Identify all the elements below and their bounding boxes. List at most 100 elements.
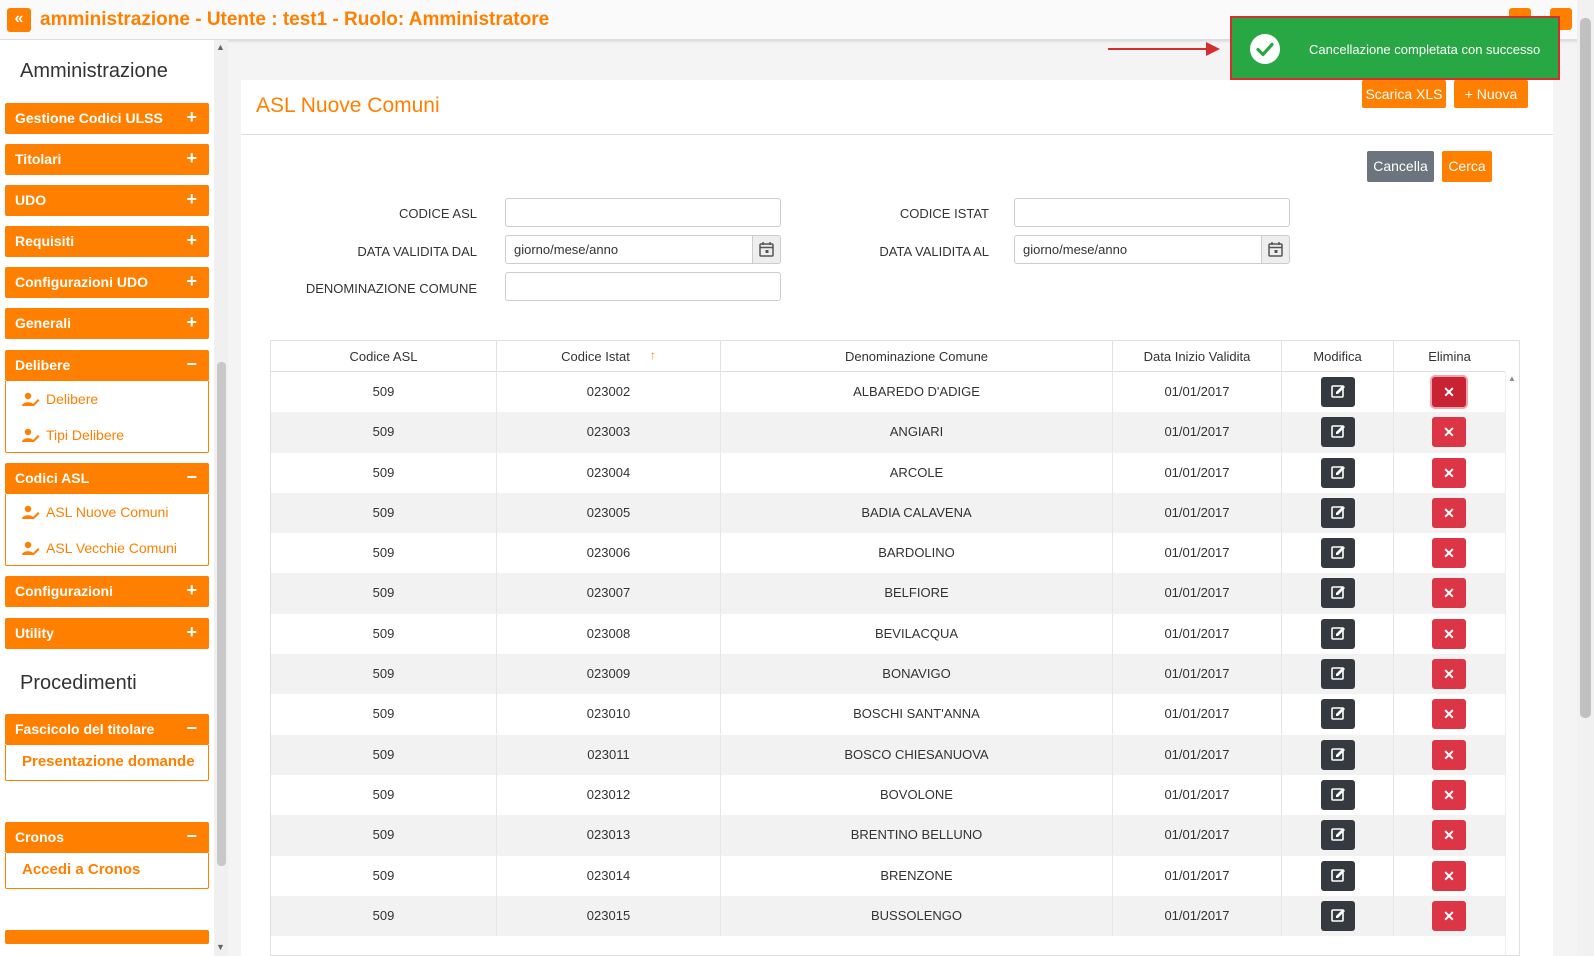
- cell-data-inizio: 01/01/2017: [1113, 372, 1282, 412]
- menu-configurazioni-udo[interactable]: Configurazioni UDO +: [5, 267, 209, 298]
- edit-icon[interactable]: [1321, 618, 1355, 649]
- cell-elimina: ✕: [1394, 493, 1505, 533]
- edit-icon[interactable]: [1321, 699, 1355, 730]
- cell-elimina: ✕: [1394, 775, 1505, 815]
- cancel-button[interactable]: Cancella: [1367, 151, 1434, 182]
- codice-asl-input[interactable]: [505, 198, 781, 227]
- sidebar-scroll-thumb[interactable]: [217, 362, 226, 866]
- menu-label: Requisiti: [15, 233, 75, 249]
- denominazione-comune-input[interactable]: [505, 272, 781, 301]
- menu-generali[interactable]: Generali +: [5, 308, 209, 339]
- delete-icon[interactable]: ✕: [1432, 538, 1466, 569]
- menu-cronos[interactable]: Cronos −: [5, 822, 209, 853]
- sidebar-item-asl-vecchie-comuni[interactable]: ASL Vecchie Comuni: [6, 530, 208, 566]
- menu-utility[interactable]: Utility +: [5, 618, 209, 649]
- edit-icon[interactable]: [1321, 538, 1355, 569]
- section-title-amministrazione: Amministrazione: [20, 60, 168, 82]
- menu-codici-asl[interactable]: Codici ASL −: [5, 463, 209, 494]
- sidebar-scrollbar[interactable]: ▲ ▼: [214, 40, 228, 956]
- denominazione-comune-label: DENOMINAZIONE COMUNE: [305, 281, 477, 296]
- table-scrollbar[interactable]: ▲: [1505, 372, 1519, 955]
- table-row: 509 023015 BUSSOLENGO 01/01/2017 ✕: [271, 895, 1505, 937]
- scroll-down-icon[interactable]: ▼: [216, 942, 225, 952]
- main-panel: ASL Nuove Comuni Scarica XLS + Nuova Can…: [241, 80, 1553, 956]
- menu-configurazioni[interactable]: Configurazioni +: [5, 576, 209, 607]
- delete-icon[interactable]: ✕: [1432, 417, 1466, 448]
- edit-icon[interactable]: [1321, 497, 1355, 528]
- cell-codice-istat: 023004: [497, 452, 721, 493]
- menu-label: Configurazioni UDO: [15, 274, 148, 290]
- sidebar-item-accedi-cronos[interactable]: Accedi a Cronos: [6, 853, 208, 887]
- delete-icon[interactable]: ✕: [1432, 860, 1466, 891]
- edit-icon[interactable]: [1321, 900, 1355, 931]
- new-button[interactable]: + Nuova: [1454, 80, 1528, 108]
- menu-delibere[interactable]: Delibere −: [5, 350, 209, 381]
- menu-label: Gestione Codici ULSS: [15, 110, 163, 126]
- submenu-delibere: Delibere Tipi Delibere: [5, 381, 209, 453]
- delete-icon[interactable]: ✕: [1432, 779, 1466, 810]
- sidebar-item-presentazione-domande[interactable]: Presentazione domande: [6, 745, 208, 779]
- cell-denominazione: BRENTINO BELLUNO: [721, 815, 1113, 856]
- delete-icon[interactable]: ✕: [1432, 820, 1466, 851]
- col-codice-asl[interactable]: Codice ASL: [271, 341, 497, 372]
- cell-denominazione: BOVOLONE: [721, 774, 1113, 815]
- edit-icon[interactable]: [1321, 739, 1355, 770]
- edit-icon[interactable]: [1321, 860, 1355, 891]
- delete-icon[interactable]: ✕: [1432, 739, 1466, 770]
- cell-codice-asl: 509: [271, 734, 497, 775]
- edit-icon[interactable]: [1321, 779, 1355, 810]
- edit-icon[interactable]: [1321, 417, 1355, 448]
- cell-data-inizio: 01/01/2017: [1113, 895, 1282, 936]
- col-denominazione[interactable]: Denominazione Comune: [721, 341, 1113, 372]
- page-scrollbar[interactable]: [1577, 0, 1594, 956]
- codice-istat-input[interactable]: [1014, 198, 1290, 227]
- cell-data-inizio: 01/01/2017: [1113, 452, 1282, 493]
- sidebar-item-label: ASL Vecchie Comuni: [46, 540, 177, 556]
- menu-requisiti[interactable]: Requisiti +: [5, 226, 209, 257]
- cell-modifica: [1282, 573, 1394, 614]
- sidebar-item-asl-nuove-comuni[interactable]: ASL Nuove Comuni: [6, 494, 208, 530]
- success-toast[interactable]: Cancellazione completata con successo: [1230, 16, 1560, 80]
- download-xls-button[interactable]: Scarica XLS: [1362, 80, 1446, 108]
- edit-icon[interactable]: [1321, 377, 1355, 407]
- edit-icon[interactable]: [1321, 457, 1355, 488]
- submenu-fascicolo: Presentazione domande: [5, 745, 209, 781]
- data-validita-dal-input[interactable]: giorno/mese/anno: [505, 235, 753, 264]
- delete-icon[interactable]: ✕: [1432, 497, 1466, 528]
- col-data-inizio[interactable]: Data Inizio Validita: [1113, 341, 1282, 372]
- search-button[interactable]: Cerca: [1442, 151, 1492, 182]
- delete-icon[interactable]: ✕: [1432, 900, 1466, 931]
- expand-plus-icon: +: [186, 271, 197, 291]
- cell-denominazione: ARCOLE: [721, 452, 1113, 493]
- sidebar-item-tipi-delibere[interactable]: Tipi Delibere: [6, 417, 208, 453]
- scroll-up-icon[interactable]: ▲: [1508, 374, 1516, 383]
- menu-titolari[interactable]: Titolari +: [5, 144, 209, 175]
- delete-icon[interactable]: ✕: [1432, 659, 1466, 690]
- menu-next-partial[interactable]: [5, 930, 209, 944]
- collapse-sidebar-button[interactable]: «: [7, 8, 31, 32]
- page-scroll-thumb[interactable]: [1580, 18, 1591, 718]
- delete-icon[interactable]: ✕: [1432, 618, 1466, 649]
- sidebar-item-delibere[interactable]: Delibere: [6, 381, 208, 417]
- page-title: ASL Nuove Comuni: [256, 94, 440, 117]
- data-validita-al-input[interactable]: giorno/mese/anno: [1014, 235, 1262, 264]
- submenu-codici-asl: ASL Nuove Comuni ASL Vecchie Comuni: [5, 494, 209, 566]
- delete-icon[interactable]: ✕: [1432, 377, 1466, 407]
- edit-icon[interactable]: [1321, 659, 1355, 690]
- menu-fascicolo-titolare[interactable]: Fascicolo del titolare −: [5, 714, 209, 745]
- delete-icon[interactable]: ✕: [1432, 699, 1466, 730]
- table-row: 509 023014 BRENZONE 01/01/2017 ✕: [271, 855, 1505, 896]
- calendar-icon[interactable]: [1261, 235, 1290, 264]
- menu-gestione-codici-ulss[interactable]: Gestione Codici ULSS +: [5, 103, 209, 134]
- col-codice-istat[interactable]: Codice Istat ↑: [497, 341, 721, 372]
- edit-icon[interactable]: [1321, 578, 1355, 609]
- delete-icon[interactable]: ✕: [1432, 457, 1466, 488]
- menu-udo[interactable]: UDO +: [5, 185, 209, 216]
- cell-elimina: ✕: [1394, 453, 1505, 493]
- edit-icon[interactable]: [1321, 820, 1355, 851]
- cell-data-inizio: 01/01/2017: [1113, 815, 1282, 856]
- menu-label: Configurazioni: [15, 583, 113, 599]
- delete-icon[interactable]: ✕: [1432, 578, 1466, 609]
- calendar-icon[interactable]: [752, 235, 781, 264]
- scroll-up-icon[interactable]: ▲: [216, 42, 225, 52]
